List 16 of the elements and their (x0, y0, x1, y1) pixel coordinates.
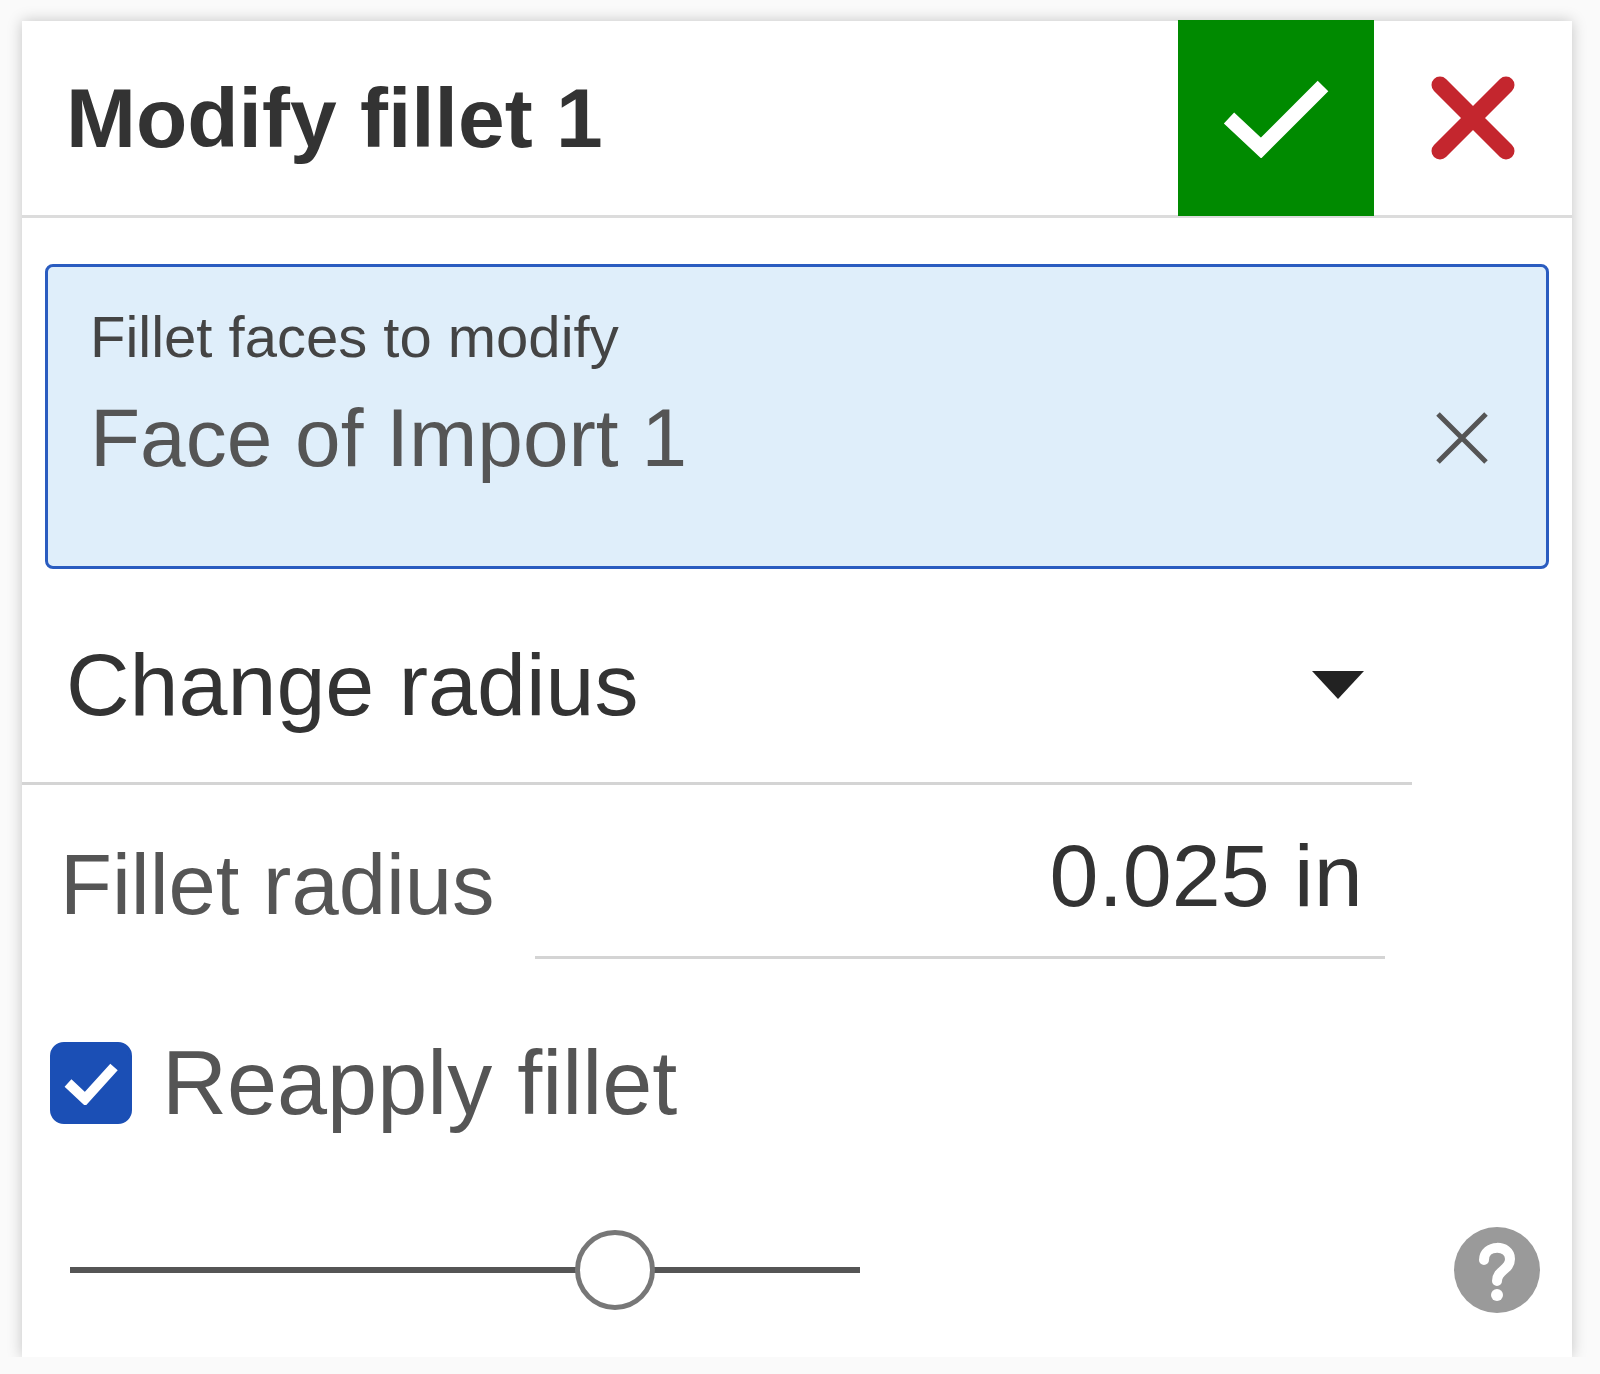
mode-dropdown[interactable]: Change radius (22, 589, 1412, 785)
check-icon (63, 1061, 119, 1106)
accept-button[interactable] (1178, 20, 1374, 216)
radius-input[interactable]: 0.025 in (534, 809, 1385, 959)
selection-field[interactable]: Fillet faces to modify Face of Import 1 (45, 264, 1549, 569)
check-icon (1221, 78, 1331, 158)
close-icon (1430, 75, 1516, 161)
field-label: Fillet radius (60, 837, 495, 932)
checkbox[interactable] (50, 1042, 132, 1125)
selected-face: Face of Import 1 (90, 392, 688, 483)
field-label: Fillet faces to modify (90, 305, 619, 369)
caret-icon (1312, 671, 1364, 700)
checkbox-label: Reapply fillet (162, 1033, 678, 1133)
close-icon (1434, 409, 1490, 466)
dialog-title: Modify fillet 1 (66, 70, 603, 167)
help-icon[interactable] (1454, 1226, 1540, 1313)
